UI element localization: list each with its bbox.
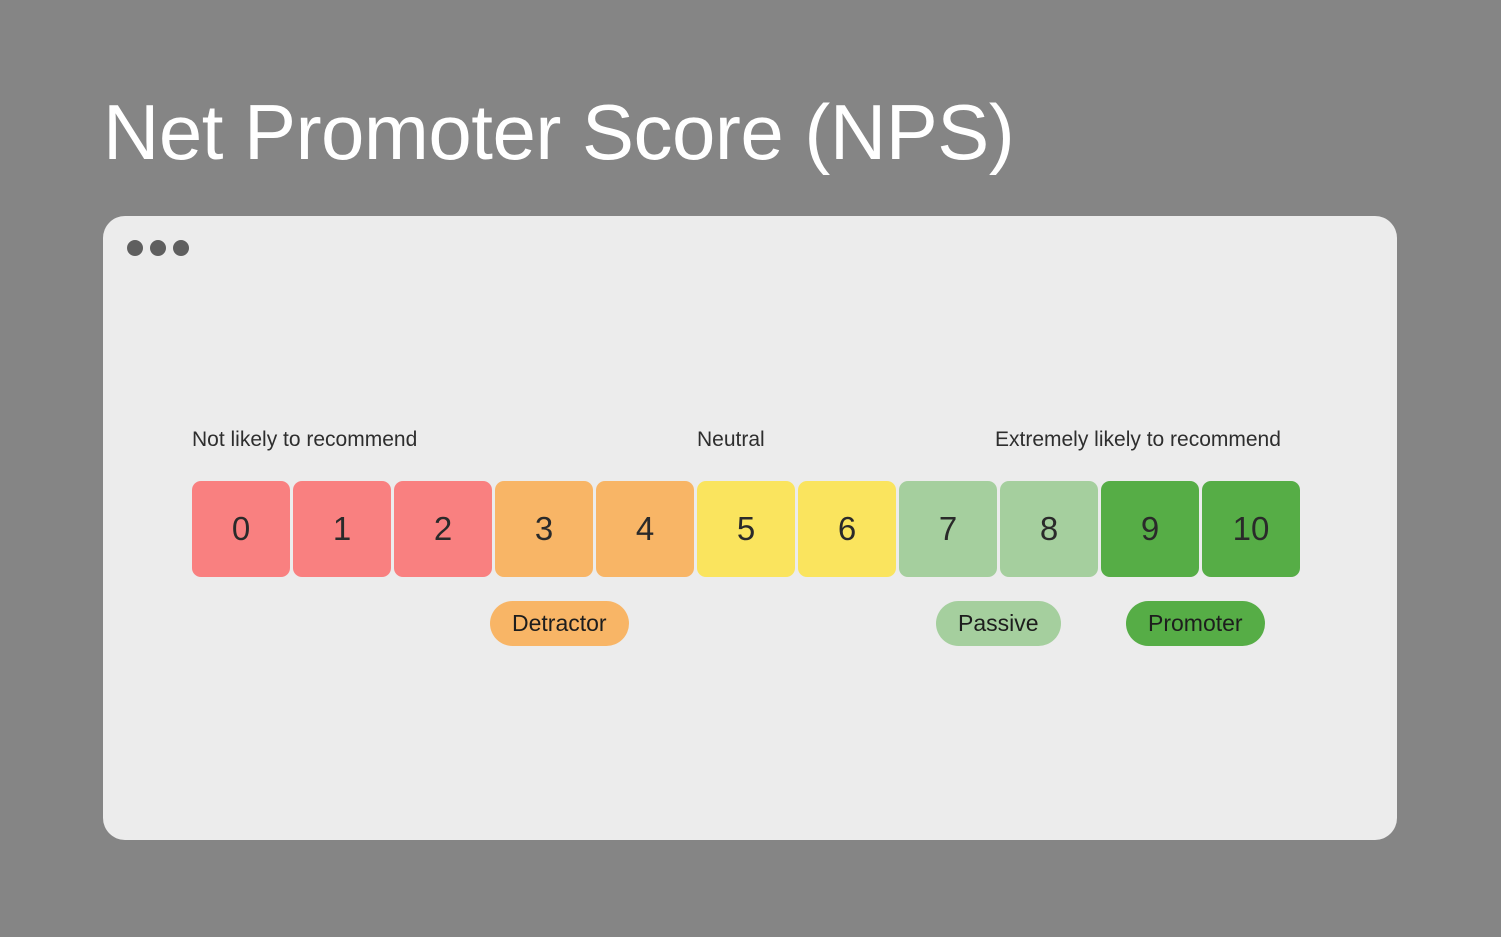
window-dot-1-icon[interactable] (127, 240, 143, 256)
anchor-label-not-likely: Not likely to recommend (192, 428, 418, 451)
score-box-5[interactable]: 5 (697, 481, 795, 577)
score-box-2[interactable]: 2 (394, 481, 492, 577)
score-box-7[interactable]: 7 (899, 481, 997, 577)
score-box-0[interactable]: 0 (192, 481, 290, 577)
anchor-label-extremely-likely: Extremely likely to recommend (995, 428, 1281, 451)
score-box-8[interactable]: 8 (1000, 481, 1098, 577)
window-card: Not likely to recommend Neutral Extremel… (103, 216, 1397, 840)
nps-category-pills: Detractor Passive Promoter (192, 601, 1306, 647)
score-box-1[interactable]: 1 (293, 481, 391, 577)
category-pill-detractor[interactable]: Detractor (490, 601, 629, 646)
page-root: Net Promoter Score (NPS) Not likely to r… (0, 0, 1501, 937)
anchor-label-neutral: Neutral (697, 428, 765, 451)
nps-scale-area: Not likely to recommend Neutral Extremel… (192, 428, 1306, 647)
score-box-9[interactable]: 9 (1101, 481, 1199, 577)
score-box-4[interactable]: 4 (596, 481, 694, 577)
score-box-10[interactable]: 10 (1202, 481, 1300, 577)
category-pill-promoter[interactable]: Promoter (1126, 601, 1265, 646)
nps-score-row: 0 1 2 3 4 5 6 7 8 9 10 (192, 481, 1306, 577)
window-controls (127, 240, 189, 256)
score-box-3[interactable]: 3 (495, 481, 593, 577)
window-dot-2-icon[interactable] (150, 240, 166, 256)
anchor-labels: Not likely to recommend Neutral Extremel… (192, 428, 1306, 462)
category-pill-passive[interactable]: Passive (936, 601, 1061, 646)
score-box-6[interactable]: 6 (798, 481, 896, 577)
page-title: Net Promoter Score (NPS) (103, 88, 1015, 176)
window-dot-3-icon[interactable] (173, 240, 189, 256)
